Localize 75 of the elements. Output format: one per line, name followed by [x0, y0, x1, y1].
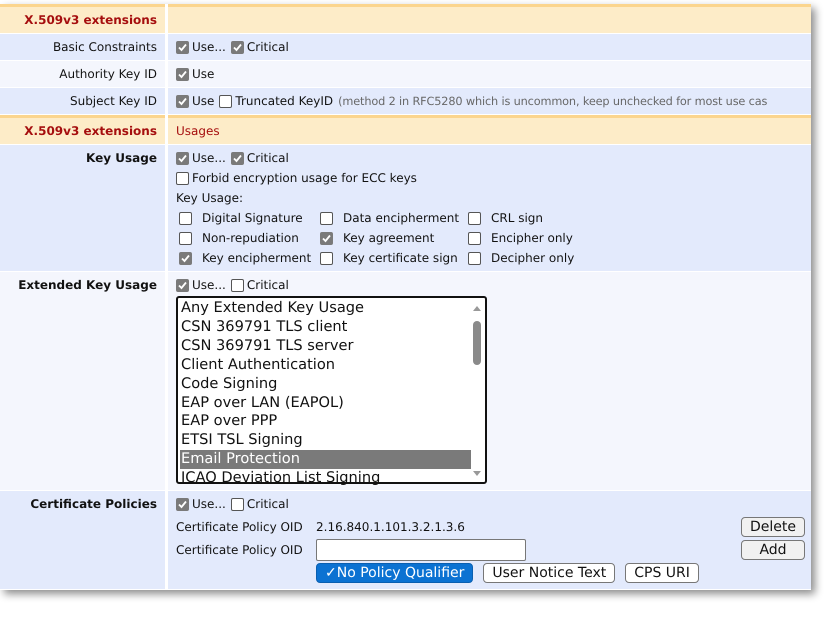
checkbox-label: Decipher only — [491, 251, 574, 265]
group-label: Key Usage: — [176, 191, 244, 205]
scroll-down-icon[interactable] — [472, 470, 482, 478]
list-item[interactable]: Any Extended Key Usage — [180, 299, 471, 318]
checkbox[interactable] — [320, 232, 333, 244]
checkbox[interactable] — [468, 212, 481, 224]
checkbox-label: Truncated KeyID — [235, 94, 334, 108]
list-item[interactable]: EAP over LAN (EAPOL) — [180, 394, 471, 412]
checkbox-label: Key agreement — [343, 231, 434, 245]
field-label: Basic Constraints — [52, 40, 157, 54]
list-box[interactable]: Any Extended Key Usage CSN 369791 TLS client CSN 369791 TLS server Client Authentication Code Signing EAP over LAN (EAPOL) EAP over PPP ETSI TSL Signing Email Protection ICAO Deviation List Signing — [176, 296, 487, 484]
checkbox[interactable] — [176, 68, 189, 80]
checkbox[interactable] — [320, 212, 333, 224]
field-label: Certificate Policy OID — [176, 543, 304, 557]
oid-value: 2.16.840.1.101.3.2.1.3.6 — [316, 520, 466, 534]
checkbox[interactable] — [468, 252, 481, 264]
checkbox[interactable] — [176, 498, 189, 510]
field-label: Certificate Policy OID — [176, 520, 304, 534]
field-label: Key Usage — [86, 151, 157, 165]
checkbox-label: Use — [192, 67, 214, 81]
list-item[interactable]: CSN 369791 TLS server — [180, 336, 471, 356]
section-header: X.509v3 extensions — [0, 115, 165, 144]
field-label: Authority Key ID — [59, 67, 157, 81]
checkbox-label: Digital Signature — [202, 211, 303, 225]
checkbox[interactable] — [176, 278, 189, 292]
list-item[interactable]: Code Signing — [180, 374, 471, 394]
qualifier-button[interactable]: User Notice Text — [483, 563, 616, 583]
checkbox[interactable] — [468, 232, 481, 244]
checkbox-label: Critical — [246, 497, 289, 511]
checkbox[interactable] — [176, 94, 189, 108]
qualifier-button[interactable]: CPS URI — [625, 563, 699, 583]
checkbox-label: Critical — [246, 151, 289, 165]
checkbox[interactable] — [179, 252, 192, 264]
checkbox[interactable] — [320, 252, 333, 264]
add-button[interactable]: Add — [741, 540, 805, 560]
checkbox-label: Key encipherment — [202, 251, 312, 265]
scroll-up-icon[interactable] — [472, 304, 482, 312]
checkbox[interactable] — [230, 278, 244, 292]
checkbox-label: Use... — [192, 497, 226, 511]
checkbox[interactable] — [230, 152, 244, 164]
checkbox[interactable] — [176, 152, 189, 164]
field-label: Certificate Policies — [30, 497, 157, 511]
checkbox[interactable] — [230, 40, 244, 54]
checkbox[interactable] — [176, 40, 189, 54]
checkbox-label: Forbid encryption usage for ECC keys — [192, 171, 417, 185]
checkbox[interactable] — [219, 94, 232, 108]
scrollbar-thumb[interactable] — [473, 321, 481, 365]
field-label: Extended Key Usage — [18, 278, 157, 292]
checkbox-label: Encipher only — [491, 231, 573, 245]
checkbox-label: Non-repudiation — [202, 231, 299, 245]
checkbox-label: Use... — [192, 151, 226, 165]
checkbox-label: Key certificate sign — [343, 251, 458, 265]
checkbox-label: Critical — [246, 278, 289, 292]
oid-input[interactable] — [316, 539, 526, 561]
list-item[interactable]: ETSI TSL Signing — [180, 431, 471, 450]
checkbox[interactable] — [176, 172, 189, 184]
checkbox[interactable] — [179, 232, 192, 244]
checkbox-label: Data encipherment — [343, 211, 460, 225]
delete-button[interactable]: Delete — [741, 517, 805, 537]
list-item[interactable]: Client Authentication — [180, 356, 471, 375]
list-item[interactable]: CSN 369791 TLS client — [180, 318, 471, 337]
list-item[interactable]: EAP over PPP — [180, 412, 471, 432]
checkbox[interactable] — [230, 498, 244, 510]
checkbox-label: Use — [192, 94, 214, 108]
field-label: Subject Key ID — [70, 94, 157, 108]
qualifier-button[interactable]: ✓No Policy Qualifier — [316, 563, 474, 583]
section-header: X.509v3 extensions — [0, 4, 165, 33]
section-note: Usages — [176, 124, 221, 138]
list-item[interactable]: Email Protection — [180, 450, 471, 470]
checkbox-label: CRL sign — [491, 211, 544, 225]
checkbox-label: Critical — [246, 40, 289, 54]
checkbox-label: Use... — [192, 40, 226, 54]
checkbox[interactable] — [179, 212, 192, 224]
hint-text: (method 2 in RFC5280 which is uncommon, keep unchecked for most use cas — [338, 94, 768, 108]
checkbox-label: Use... — [192, 278, 226, 292]
